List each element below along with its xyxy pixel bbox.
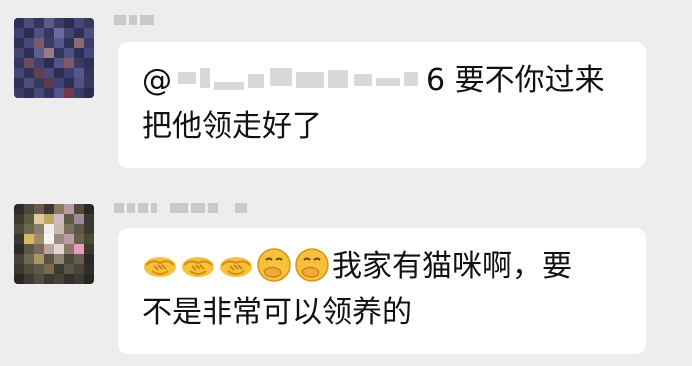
message-text: 要不你过来 (454, 63, 605, 98)
hand-over-mouth-emoji (295, 247, 329, 282)
message-bubble[interactable]: 我家有猫咪啊，要 不是非常可以领养的 (118, 228, 646, 354)
message-line: 我家有猫咪啊，要 (142, 244, 622, 290)
sender-name (114, 12, 154, 28)
message-line: @6 要不你过来 (142, 58, 622, 104)
handshake-emoji (220, 256, 252, 277)
handshake-emoji (182, 256, 214, 277)
message-text: 我家有猫咪啊，要 (332, 249, 572, 284)
avatar[interactable] (14, 18, 94, 98)
handshake-emoji (144, 256, 176, 277)
message-bubble[interactable]: @6 要不你过来 把他领走好了 (118, 42, 646, 168)
hand-over-mouth-emoji (257, 247, 291, 282)
message-line: 不是非常可以领养的 (142, 295, 412, 330)
mention-name-redacted[interactable] (178, 64, 424, 94)
chat-view: @6 要不你过来 把他领走好了 我家有猫咪啊，要 不是非常可以领养的 (0, 0, 692, 366)
avatar[interactable] (14, 204, 94, 284)
sender-name (114, 200, 247, 216)
mention-prefix: @ (142, 63, 172, 98)
mention-suffix: 6 (426, 63, 446, 98)
message-line: 把他领走好了 (142, 109, 322, 144)
